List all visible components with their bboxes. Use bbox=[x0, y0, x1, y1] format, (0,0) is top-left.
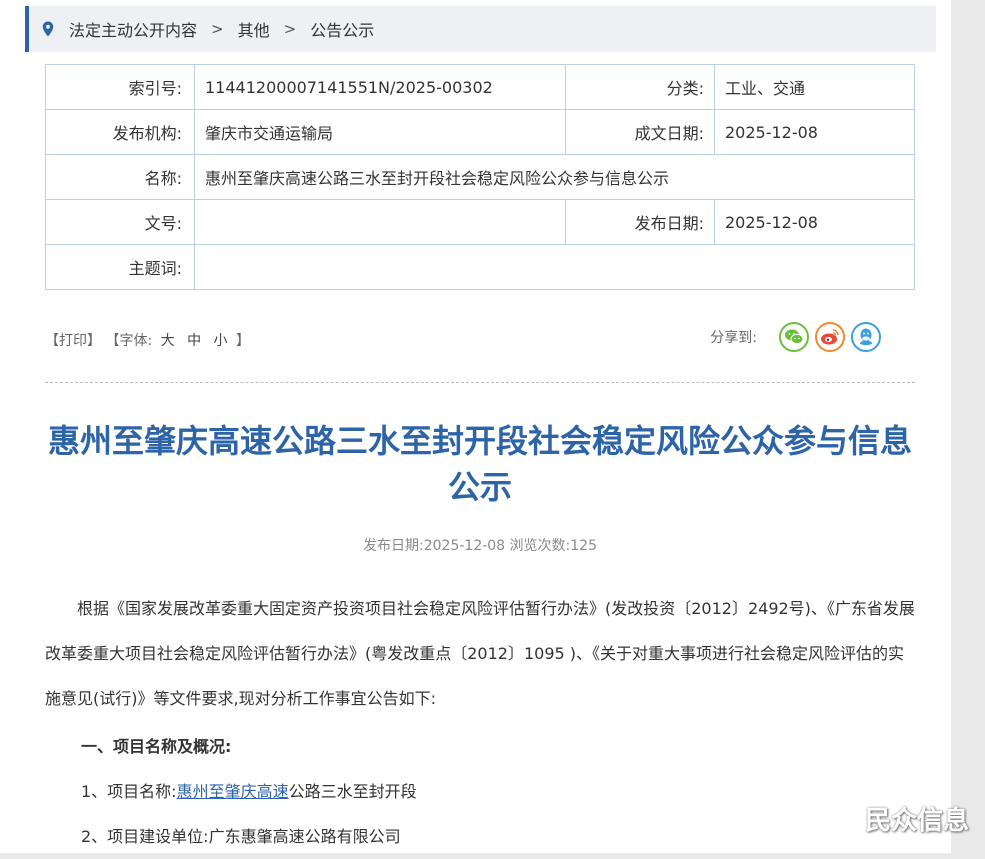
project-name-item: 1、项目名称:惠州至肇庆高速公路三水至封开段 bbox=[45, 769, 917, 814]
qq-icon[interactable] bbox=[851, 322, 881, 352]
article-tools: 【打印】 【字体: 大 中 小 】 bbox=[45, 330, 250, 350]
location-pin-icon bbox=[42, 21, 54, 37]
publisher-value: 肇庆市交通运输局 bbox=[194, 109, 566, 155]
name-value: 惠州至肇庆高速公路三水至封开段社会稳定风险公众参与信息公示 bbox=[194, 154, 915, 200]
project-name-rest: 公路三水至封开段 bbox=[288, 782, 417, 801]
intro-paragraph: 根据《国家发展改革委重大固定资产投资项目社会稳定风险评估暂行办法》(发改投资〔2… bbox=[45, 599, 915, 708]
font-small-button[interactable]: 小 bbox=[214, 333, 228, 349]
written-date-label: 成文日期: bbox=[565, 109, 715, 155]
breadcrumb-separator: > bbox=[283, 20, 297, 38]
font-medium-button[interactable]: 中 bbox=[187, 333, 201, 349]
wechat-icon[interactable] bbox=[779, 322, 809, 352]
article-info: 发布日期:2025-12-08 浏览次数:125 bbox=[363, 538, 597, 554]
meta-row-publisher: 发布机构: 肇庆市交通运输局 成文日期: 2025-12-08 bbox=[45, 109, 915, 155]
watermark: 民众信息 bbox=[864, 806, 969, 836]
index-label: 索引号: bbox=[45, 64, 195, 110]
name-label: 名称: bbox=[45, 154, 195, 200]
doc-no-label: 文号: bbox=[45, 199, 195, 245]
publish-date-value: 2025-12-08 bbox=[714, 199, 915, 245]
meta-row-keywords: 主题词: bbox=[45, 244, 915, 290]
category-label: 分类: bbox=[565, 64, 715, 110]
meta-row-index: 索引号: 11441200007141551N/2025-00302 分类: 工… bbox=[45, 64, 915, 110]
breadcrumb-item-other[interactable]: 其他 bbox=[238, 17, 270, 41]
keywords-label: 主题词: bbox=[45, 244, 195, 290]
keywords-value bbox=[194, 244, 915, 290]
breadcrumb-item-public-content[interactable]: 法定主动公开内容 bbox=[69, 17, 197, 41]
share-bar: 分享到: bbox=[710, 322, 881, 352]
font-size-suffix: 】 bbox=[235, 333, 250, 349]
divider bbox=[45, 382, 915, 383]
index-value: 11441200007141551N/2025-00302 bbox=[194, 64, 566, 110]
page: 法定主动公开内容 > 其他 > 公告公示 索引号: 11441200007141… bbox=[0, 0, 951, 853]
article-body: 根据《国家发展改革委重大固定资产投资项目社会稳定风险评估暂行办法》(发改投资〔2… bbox=[45, 586, 917, 859]
font-large-button[interactable]: 大 bbox=[161, 333, 175, 349]
publish-date-label: 发布日期: bbox=[565, 199, 715, 245]
weibo-icon[interactable] bbox=[815, 322, 845, 352]
publisher-label: 发布机构: bbox=[45, 109, 195, 155]
breadcrumb-item-announcements[interactable]: 公告公示 bbox=[310, 17, 374, 41]
meta-row-name: 名称: 惠州至肇庆高速公路三水至封开段社会稳定风险公众参与信息公示 bbox=[45, 154, 915, 200]
project-owner-item: 2、项目建设单位:广东惠肇高速公路有限公司 bbox=[81, 827, 401, 846]
font-size-prefix: 【字体: bbox=[105, 333, 153, 349]
written-date-value: 2025-12-08 bbox=[714, 109, 915, 155]
document-meta-table: 索引号: 11441200007141551N/2025-00302 分类: 工… bbox=[45, 64, 915, 290]
project-name-label: 1、项目名称: bbox=[81, 782, 177, 801]
project-name-link[interactable]: 惠州至肇庆高速 bbox=[177, 782, 289, 801]
meta-row-doc-no: 文号: 发布日期: 2025-12-08 bbox=[45, 199, 915, 245]
breadcrumb-separator: > bbox=[211, 20, 224, 38]
section-heading: 一、项目名称及概况: bbox=[81, 737, 232, 756]
print-button[interactable]: 【打印】 bbox=[45, 333, 101, 349]
page-gutter bbox=[951, 0, 985, 853]
doc-no-value bbox=[194, 199, 566, 245]
share-label: 分享到: bbox=[710, 330, 757, 346]
article-title: 惠州至肇庆高速公路三水至封开段社会稳定风险公众参与信息公示 bbox=[47, 422, 912, 506]
category-value: 工业、交通 bbox=[714, 64, 915, 110]
breadcrumb: 法定主动公开内容 > 其他 > 公告公示 bbox=[25, 6, 936, 52]
